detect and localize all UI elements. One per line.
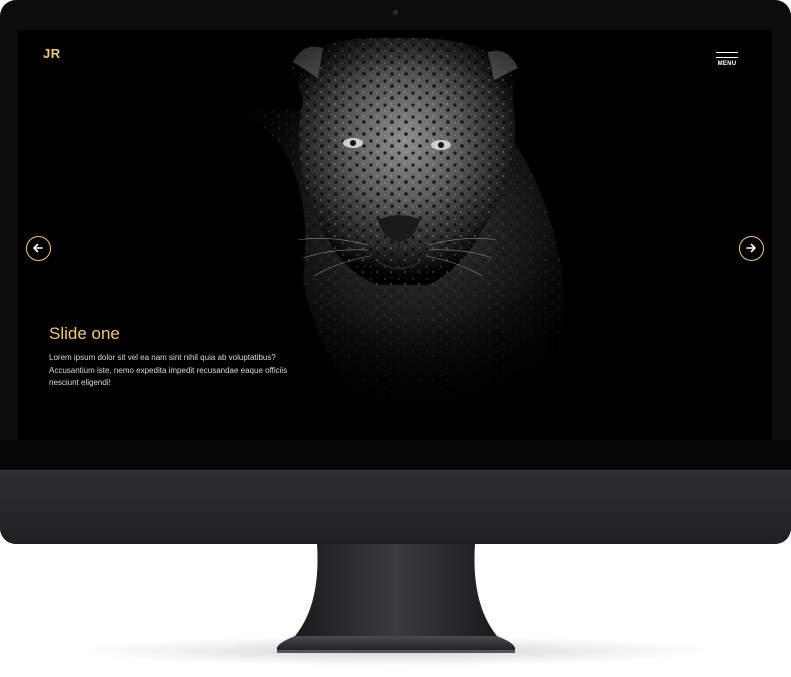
monitor-stand [276, 544, 516, 653]
monitor-chin [0, 470, 791, 544]
brand-logo[interactable]: JR [43, 46, 61, 61]
arrow-right-icon [746, 243, 756, 253]
monitor-frame: JR MENU Slide one Lorem ipsum dolor sit … [0, 0, 791, 544]
camera-dot [393, 10, 398, 15]
screen-bezel-bottom [0, 440, 791, 470]
slide-title: Slide one [49, 324, 120, 343]
slide-text-line: Accusantium iste, nemo expedita impedit … [49, 365, 288, 375]
hamburger-icon-line [716, 57, 738, 58]
slide-text-line: Lorem ipsum dolor sit vel ea nam sint ni… [49, 353, 276, 362]
next-slide-button[interactable] [739, 236, 764, 261]
menu-button[interactable]: MENU [715, 50, 739, 72]
slide-text-line: nesciunt eligendi! [49, 378, 111, 387]
screen: JR MENU Slide one Lorem ipsum dolor sit … [18, 30, 772, 440]
hamburger-icon [716, 52, 738, 53]
menu-label: MENU [717, 61, 737, 67]
prev-slide-button[interactable] [26, 236, 51, 261]
arrow-left-icon [33, 243, 43, 253]
slide-description: Lorem ipsum dolor sit vel ea nam sint ni… [49, 352, 309, 390]
